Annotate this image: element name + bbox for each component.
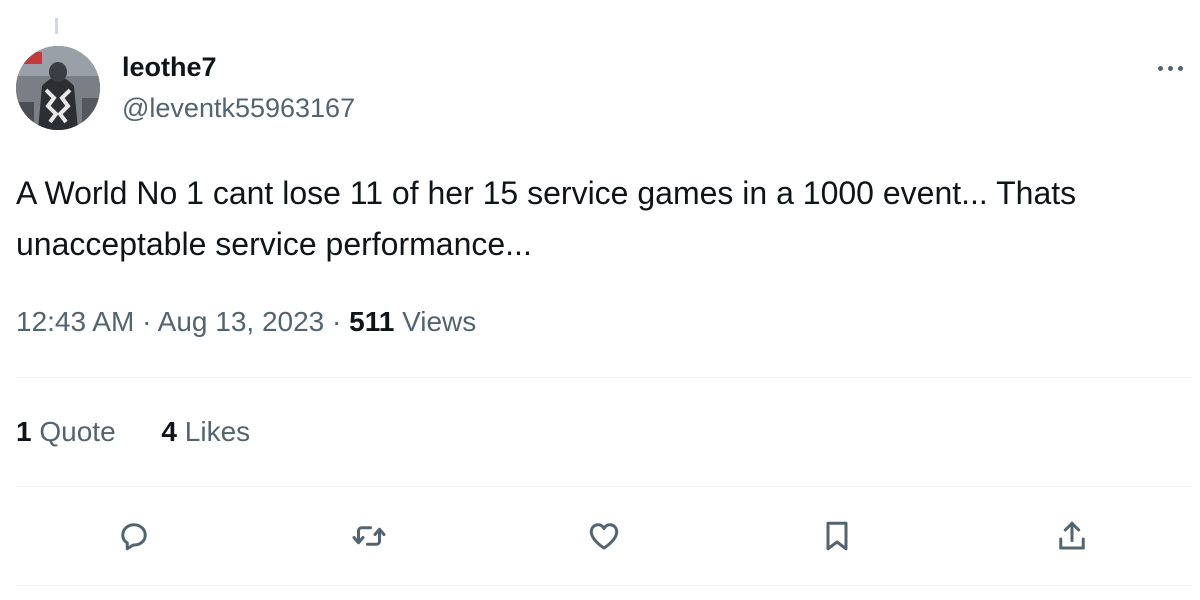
views-count: 511 — [349, 306, 395, 337]
likes-label: Likes — [184, 416, 251, 447]
views-label: Views — [402, 306, 477, 337]
more-dots-icon — [1157, 65, 1163, 71]
author-display-name[interactable]: leothe7 — [122, 50, 217, 84]
engagement-stats: 1 Quote 4 Likes — [16, 415, 250, 449]
share-button[interactable] — [1050, 514, 1094, 558]
retweet-button[interactable] — [347, 514, 391, 558]
retweet-icon — [352, 526, 386, 546]
meta-separator: · — [332, 306, 342, 337]
reply-button[interactable] — [112, 514, 156, 558]
share-icon — [1059, 521, 1085, 550]
reply-icon — [121, 523, 147, 551]
bookmark-icon — [826, 521, 848, 551]
likes-count: 4 — [161, 416, 177, 447]
quotes-count: 1 — [16, 416, 32, 447]
quotes-link[interactable]: 1 Quote — [16, 415, 116, 449]
likes-link[interactable]: 4 Likes — [161, 415, 250, 449]
tweet-text: A World No 1 cant lose 11 of her 15 serv… — [16, 175, 1077, 262]
divider — [16, 377, 1192, 378]
more-dot — [1167, 65, 1173, 71]
divider — [16, 486, 1192, 487]
tweet-meta: 12:43 AM · Aug 13, 2023 · 511 Views — [16, 305, 476, 339]
heart-icon — [589, 523, 619, 550]
avatar-image — [16, 46, 100, 130]
author-handle[interactable]: @leventk55963167 — [122, 91, 355, 125]
meta-separator: · — [142, 306, 152, 337]
quotes-label: Quote — [39, 416, 116, 447]
more-options-button[interactable] — [1148, 50, 1192, 86]
more-dot — [1177, 65, 1183, 71]
divider — [16, 585, 1192, 586]
bookmark-button[interactable] — [815, 514, 859, 558]
tweet-time[interactable]: 12:43 AM — [16, 306, 134, 337]
tweet-date[interactable]: Aug 13, 2023 — [158, 306, 325, 337]
like-button[interactable] — [582, 514, 626, 558]
avatar[interactable] — [16, 46, 100, 130]
thread-connector-line — [55, 18, 58, 34]
